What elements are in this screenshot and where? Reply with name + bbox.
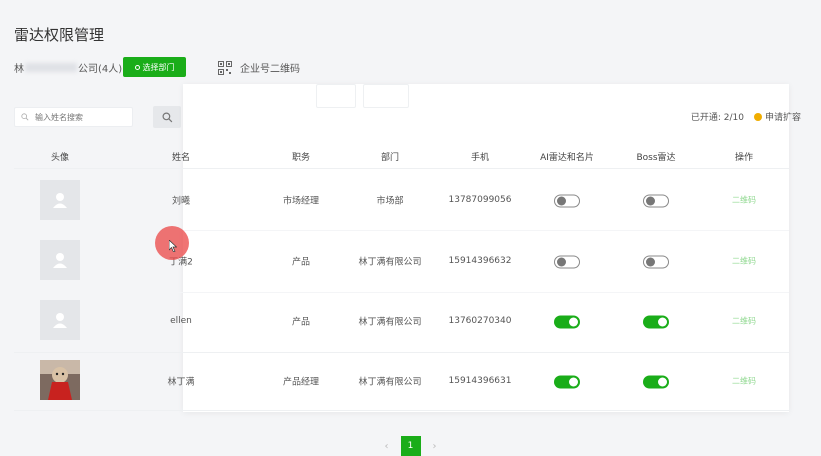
company-suffix: 公司(4人) [78, 64, 123, 75]
ai-radar-toggle[interactable] [554, 194, 580, 208]
cell-phone: 15914396632 [448, 256, 512, 266]
qr-code-action[interactable]: 二维码 [732, 316, 756, 327]
cell-phone: 13787099056 [448, 195, 512, 205]
warning-icon [753, 112, 762, 121]
page-title: 雷达权限管理 [14, 26, 105, 44]
cell-department: 林丁满有限公司 [358, 257, 422, 268]
select-department-label: 选择部门 [142, 62, 175, 72]
qr-code-link[interactable]: 企业号二维码 [218, 60, 300, 75]
search-icon [161, 111, 172, 122]
search-icon [21, 113, 29, 121]
col-header-department: 部门 [380, 153, 400, 163]
prev-page-button[interactable]: ‹ [385, 441, 389, 452]
qr-code-action[interactable]: 二维码 [732, 376, 756, 387]
cell-department: 市场部 [376, 196, 404, 207]
search-input[interactable] [33, 111, 132, 123]
cell-position: 产品 [291, 257, 311, 268]
cell-phone: 13760270340 [448, 316, 512, 326]
circle-icon [134, 64, 140, 70]
qr-code-action[interactable]: 二维码 [732, 195, 756, 206]
mouse-cursor-icon [169, 240, 177, 252]
user-placeholder-icon [53, 313, 67, 328]
cell-name: ellen [170, 316, 192, 326]
col-header-name: 姓名 [171, 153, 191, 163]
quota-status: 已开通: 2/10 申请扩容 [691, 110, 801, 123]
cell-phone: 15914396631 [448, 376, 512, 386]
divider [14, 230, 789, 231]
avatar [40, 240, 80, 280]
divider [14, 292, 789, 293]
boss-radar-toggle[interactable] [643, 375, 669, 389]
boss-radar-toggle[interactable] [643, 315, 669, 329]
col-header-position: 职务 [291, 153, 311, 163]
avatar [40, 300, 80, 340]
ai-radar-toggle[interactable] [554, 315, 580, 329]
page-1-button[interactable]: 1 [400, 436, 421, 456]
divider [14, 410, 789, 411]
qr-code-label: 企业号二维码 [240, 64, 300, 75]
table-overlay-panel [183, 84, 789, 412]
col-header-actions: 操作 [734, 153, 754, 163]
pagination: ‹ 1 › [0, 436, 821, 456]
company-name: 林 公司(4人) [14, 60, 122, 75]
ghost-button [363, 84, 409, 108]
company-prefix: 林 [14, 64, 24, 75]
cat-photo-icon [40, 360, 80, 400]
qr-code-action[interactable]: 二维码 [732, 256, 756, 267]
avatar [40, 180, 80, 220]
ai-radar-toggle[interactable] [554, 375, 580, 389]
search-button[interactable] [153, 106, 181, 128]
cell-name: 林丁满 [167, 377, 195, 388]
user-placeholder-icon [53, 253, 67, 268]
avatar [40, 360, 80, 400]
expand-link[interactable]: 申请扩容 [765, 110, 801, 123]
cell-department: 林丁满有限公司 [358, 317, 422, 328]
divider [14, 352, 789, 353]
cell-name: 刘曦 [171, 196, 191, 207]
cell-position: 产品经理 [282, 377, 320, 388]
search-box[interactable] [14, 107, 133, 127]
opened-count: 已开通: 2/10 [690, 113, 744, 123]
ai-radar-toggle[interactable] [554, 255, 580, 269]
col-header-boss-radar: Boss雷达 [636, 153, 676, 163]
redacted-text [25, 63, 77, 72]
qr-code-icon [218, 60, 232, 75]
col-header-avatar: 头像 [50, 153, 70, 163]
boss-radar-toggle[interactable] [643, 194, 669, 208]
ghost-button [316, 84, 356, 108]
cell-position: 市场经理 [282, 196, 320, 207]
cell-department: 林丁满有限公司 [358, 377, 422, 388]
col-header-phone: 手机 [470, 153, 490, 163]
col-header-ai-radar: AI雷达和名片 [540, 153, 594, 163]
select-department-button[interactable]: 选择部门 [123, 57, 186, 77]
cell-position: 产品 [291, 317, 311, 328]
divider [14, 168, 789, 169]
next-page-button[interactable]: › [433, 441, 437, 452]
boss-radar-toggle[interactable] [643, 255, 669, 269]
user-placeholder-icon [53, 193, 67, 208]
